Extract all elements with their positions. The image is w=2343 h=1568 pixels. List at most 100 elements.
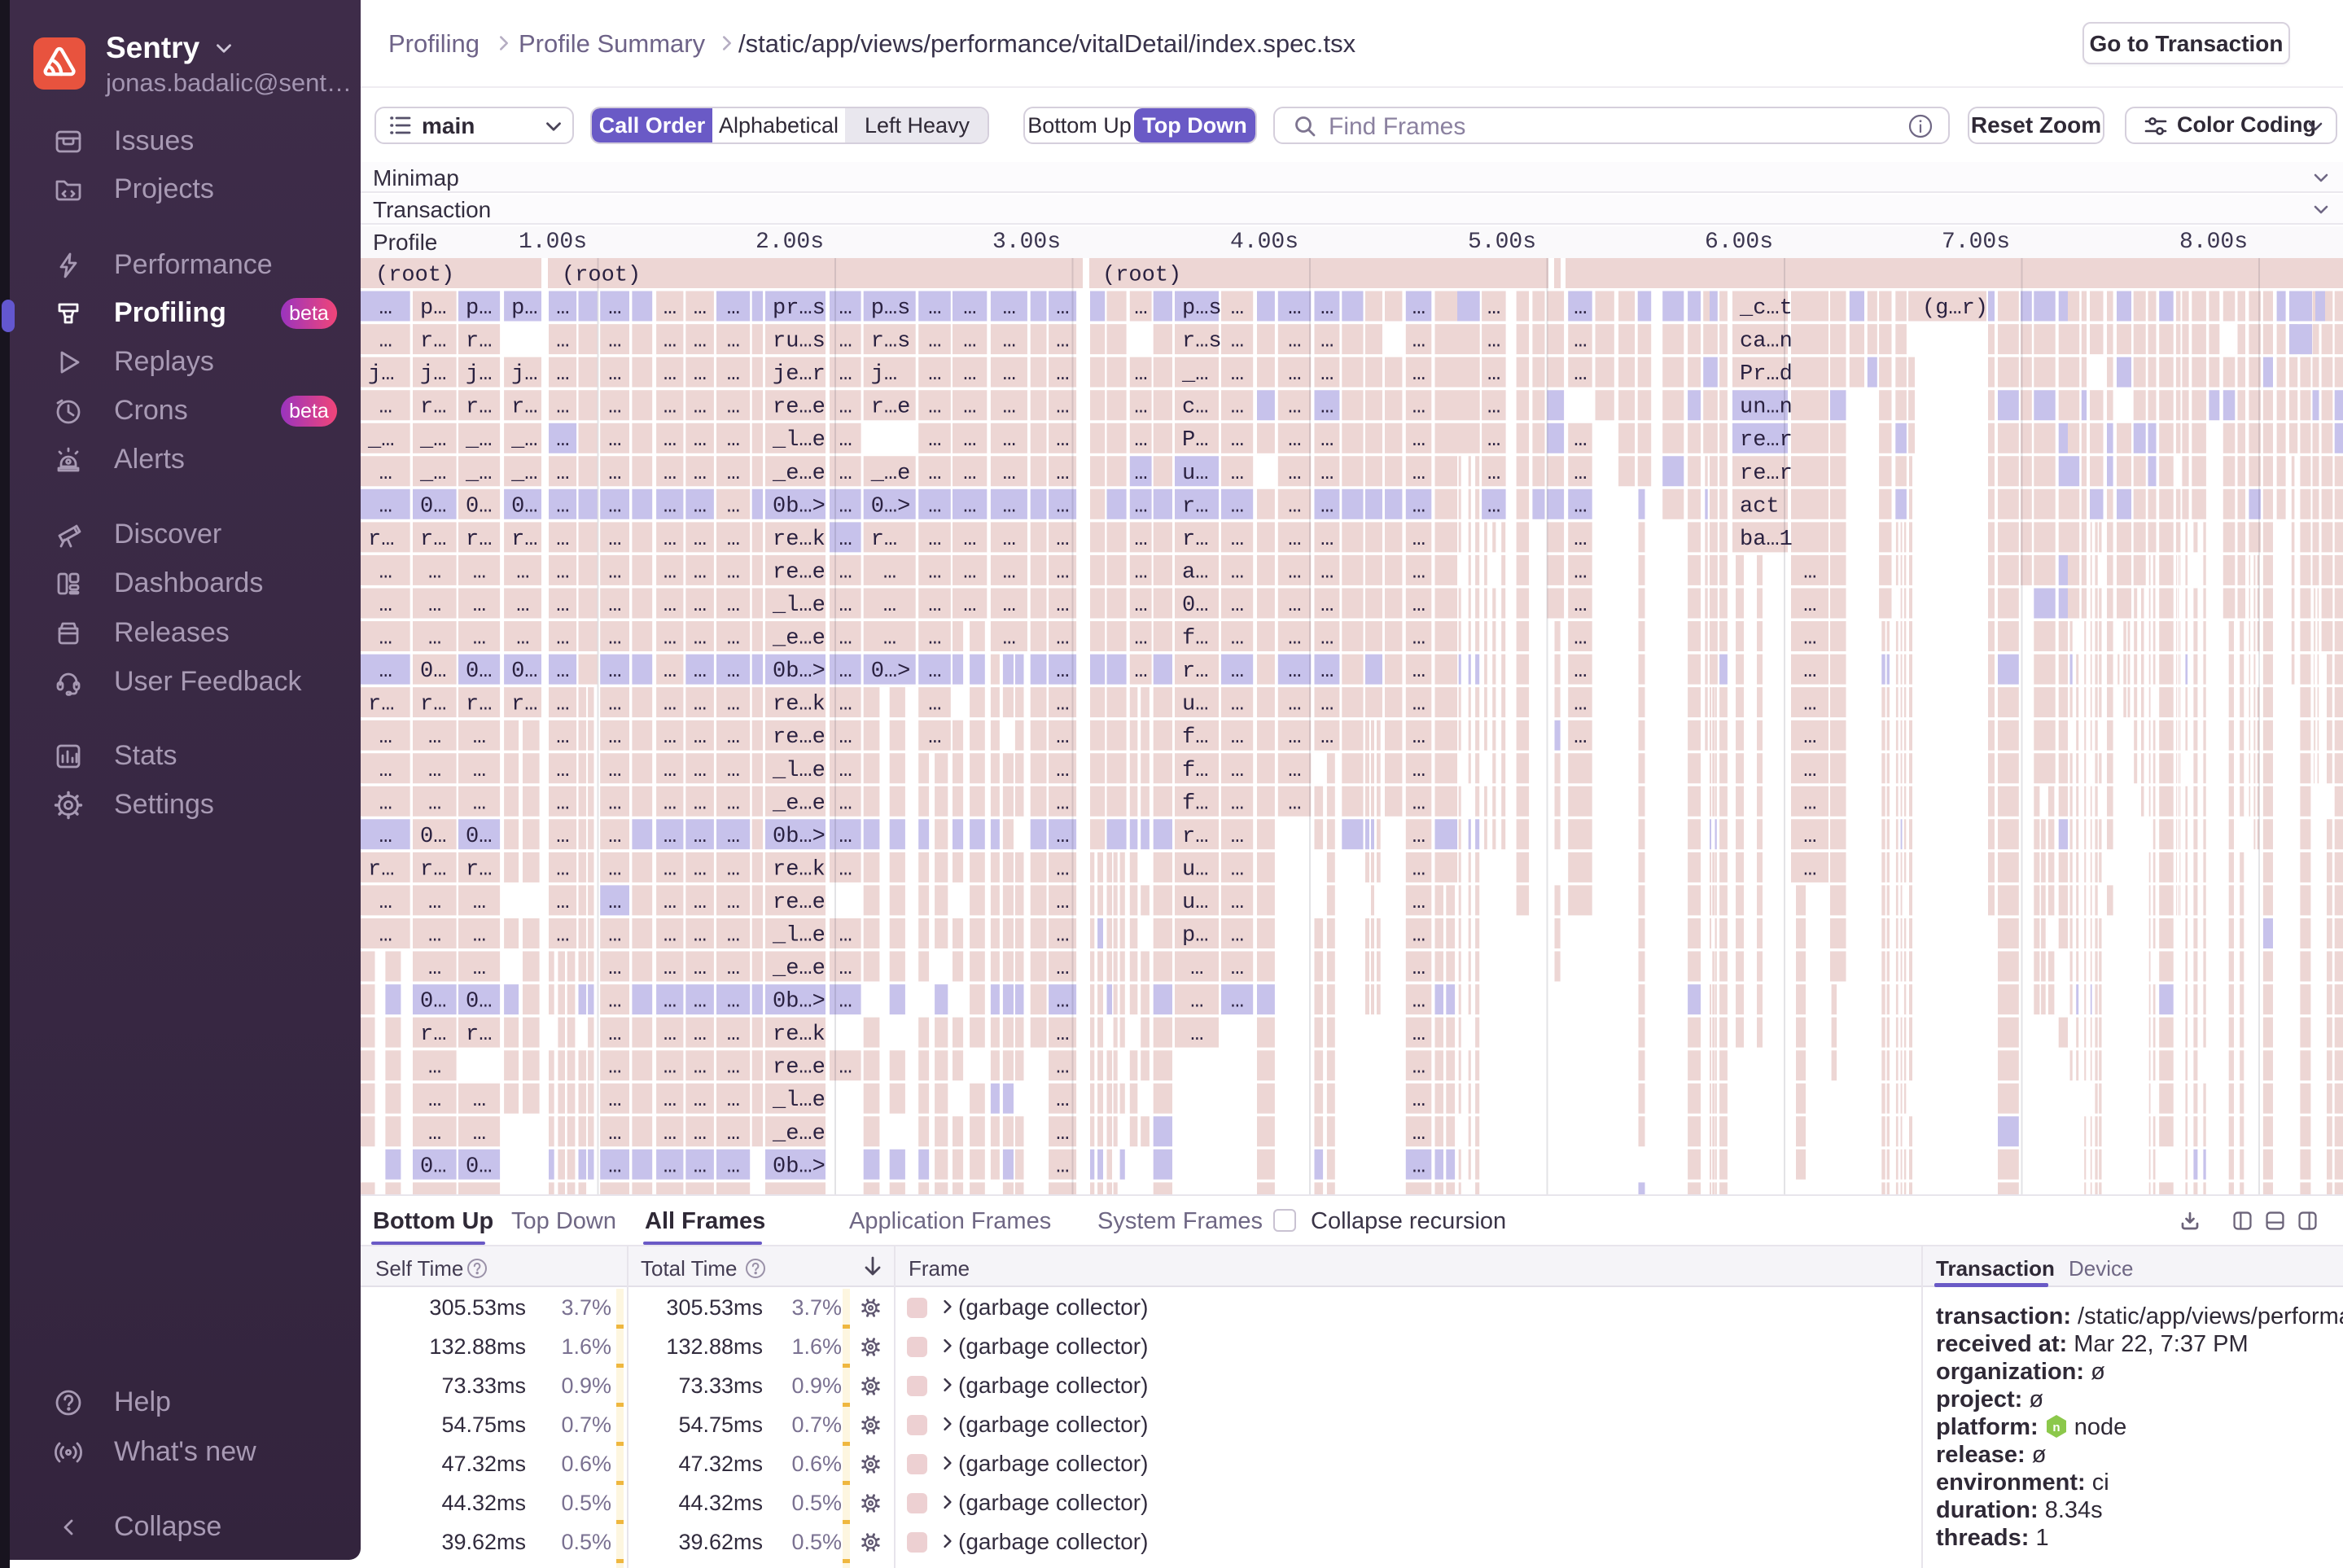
svg-text:0…: 0… [511,659,537,684]
svg-text:…: … [1056,330,1069,354]
svg-text:…: … [663,825,677,849]
svg-text:…: … [379,494,392,519]
svg-text:Pr…d: Pr…d [1740,362,1793,387]
svg-text:…: … [928,494,941,519]
svg-text:…: … [1134,528,1147,552]
svg-text:…: … [963,428,976,453]
svg-text:…: … [1003,428,1016,453]
svg-text:…: … [556,428,569,453]
svg-text:r…s: r…s [871,330,911,354]
svg-text:…: … [428,1056,441,1080]
svg-text:re…k: re…k [773,693,826,717]
svg-text:…: … [1487,462,1500,486]
svg-text:…: … [928,693,941,717]
svg-text:…: … [379,725,392,750]
svg-text:…: … [1134,362,1147,387]
svg-text:…: … [1288,593,1301,618]
svg-text:…: … [1320,659,1334,684]
svg-text:…: … [1056,857,1069,882]
svg-text:r…: r… [1182,528,1208,552]
svg-text:u…: u… [1182,693,1208,717]
svg-text:…: … [663,1154,677,1179]
svg-text:…: … [608,1088,621,1113]
svg-text:…: … [1231,693,1244,717]
svg-text:…: … [839,725,852,750]
svg-text:…: … [928,659,941,684]
svg-text:…: … [928,462,941,486]
svg-text:…: … [839,362,852,387]
svg-text:j…: j… [466,362,492,387]
svg-text:_…: _… [510,462,537,486]
svg-text:…: … [694,462,707,486]
svg-text:…: … [1320,396,1334,420]
svg-text:…: … [556,296,569,321]
svg-text:…: … [883,560,896,585]
svg-text:…: … [1231,396,1244,420]
svg-text:_e…e: _e…e [772,791,826,816]
svg-text:…: … [1412,857,1426,882]
svg-text:_l…e: _l…e [772,428,826,453]
svg-text:…: … [727,362,740,387]
svg-text:…: … [694,528,707,552]
svg-text:…: … [1231,957,1244,981]
svg-text:…: … [663,957,677,981]
svg-text:0…>: 0…> [871,494,911,519]
svg-text:_…: _… [419,428,446,453]
svg-text:…: … [608,1154,621,1179]
svg-text:…: … [1056,627,1069,651]
svg-text:re…r: re…r [1740,428,1793,453]
svg-text:…: … [556,791,569,816]
svg-text:…: … [556,362,569,387]
svg-text:ca…n: ca…n [1740,330,1793,354]
svg-text:…: … [1231,791,1244,816]
svg-text:…: … [1288,528,1301,552]
svg-text:…: … [727,891,740,915]
svg-text:…: … [428,924,441,948]
svg-text:…: … [1412,396,1426,420]
svg-text:…: … [1803,791,1816,816]
svg-text:…: … [1574,725,1587,750]
svg-text:…: … [663,659,677,684]
svg-text:…: … [1288,494,1301,519]
svg-text:…: … [1803,593,1816,618]
svg-text:…: … [727,1122,740,1146]
svg-text:…: … [1412,428,1426,453]
svg-text:j…: j… [368,362,394,387]
svg-text:0…: 0… [420,825,446,849]
svg-text:…: … [608,593,621,618]
svg-text:(root): (root) [1102,264,1181,288]
svg-text:…: … [473,957,486,981]
svg-text:0…: 0… [466,825,492,849]
svg-text:…: … [694,693,707,717]
svg-text:…: … [727,462,740,486]
svg-text:…: … [839,825,852,849]
svg-text:un…n: un…n [1740,396,1793,420]
svg-text:r…: r… [368,528,394,552]
svg-text:…: … [1056,1056,1069,1080]
svg-text:…: … [1231,857,1244,882]
svg-text:…: … [1056,528,1069,552]
svg-text:…: … [727,659,740,684]
svg-text:…: … [839,528,852,552]
svg-text:…: … [516,627,529,651]
svg-text:…: … [1412,924,1426,948]
svg-text:…: … [663,693,677,717]
svg-text:…: … [1487,494,1500,519]
svg-text:…: … [1574,659,1587,684]
svg-text:…: … [1288,791,1301,816]
svg-text:…: … [1231,428,1244,453]
svg-text:…: … [428,627,441,651]
svg-text:…: … [839,924,852,948]
svg-text:_…e: _…e [870,462,911,486]
svg-text:…: … [608,659,621,684]
svg-text:…: … [694,494,707,519]
svg-text:…: … [727,1154,740,1179]
svg-text:…: … [1056,659,1069,684]
svg-text:…: … [608,1023,621,1047]
svg-text:0b…>: 0b…> [773,659,826,684]
svg-text:…: … [1231,825,1244,849]
svg-text:…: … [1003,593,1016,618]
svg-text:…: … [663,924,677,948]
svg-text:0…: 0… [466,659,492,684]
svg-text:…: … [1574,428,1587,453]
